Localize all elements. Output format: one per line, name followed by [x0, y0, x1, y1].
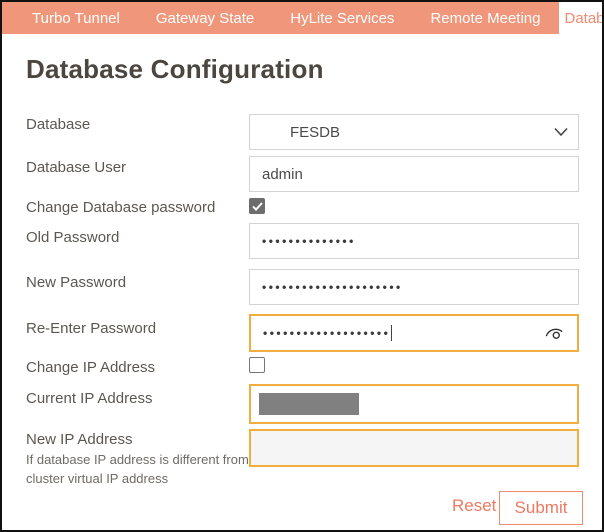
tab-turbo-tunnel[interactable]: Turbo Tunnel [2, 2, 138, 34]
change-db-password-label: Change Database password [26, 199, 215, 216]
new-password-label: New Password [26, 274, 126, 291]
database-select[interactable]: FESDB [249, 114, 579, 150]
tab-remote-meeting[interactable]: Remote Meeting [412, 2, 558, 34]
change-db-password-checkbox[interactable] [249, 198, 265, 214]
database-user-input[interactable]: admin [249, 156, 579, 192]
database-user-value: admin [250, 166, 303, 183]
chevron-down-icon [554, 124, 568, 141]
old-password-masked-value: •••••••••••••• [250, 235, 356, 247]
page-title: Database Configuration [26, 54, 324, 85]
re-enter-password-masked-value: ••••••••••••••••••• [251, 327, 390, 339]
new-ip-input[interactable] [249, 429, 579, 467]
change-ip-checkbox[interactable] [249, 357, 265, 373]
top-tab-bar: Turbo Tunnel Gateway State HyLite Servic… [2, 2, 602, 34]
submit-button[interactable]: Submit [499, 491, 583, 525]
tab-gateway-state[interactable]: Gateway State [138, 2, 272, 34]
tab-database[interactable]: Database [559, 2, 604, 34]
database-configuration-page: Turbo Tunnel Gateway State HyLite Servic… [0, 0, 604, 532]
new-ip-helper-text: If database IP address is different from… [26, 450, 252, 488]
old-password-input[interactable]: •••••••••••••• [249, 223, 579, 259]
database-user-label: Database User [26, 159, 126, 176]
re-enter-password-input[interactable]: ••••••••••••••••••• [249, 314, 579, 352]
current-ip-label: Current IP Address [26, 390, 152, 407]
database-select-value: FESDB [250, 124, 340, 141]
text-caret [391, 325, 392, 341]
new-password-masked-value: ••••••••••••••••••••• [250, 281, 403, 293]
new-ip-label: New IP Address [26, 431, 132, 448]
reveal-password-eye-icon[interactable] [543, 323, 565, 343]
re-enter-password-label: Re-Enter Password [26, 320, 156, 337]
change-ip-label: Change IP Address [26, 359, 155, 376]
reset-button[interactable]: Reset [452, 496, 496, 516]
database-label: Database [26, 116, 90, 133]
current-ip-input[interactable] [249, 384, 579, 424]
redacted-ip-value [259, 393, 359, 415]
tab-hylite-services[interactable]: HyLite Services [272, 2, 412, 34]
new-password-input[interactable]: ••••••••••••••••••••• [249, 269, 579, 305]
old-password-label: Old Password [26, 229, 119, 246]
